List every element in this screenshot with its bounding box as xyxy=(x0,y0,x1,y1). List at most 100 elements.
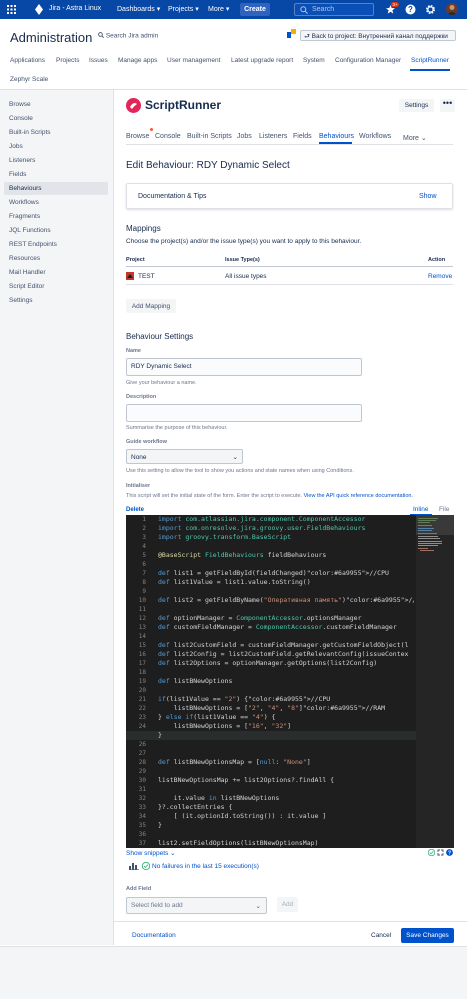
sidebar-item-fragments[interactable]: Fragments xyxy=(4,210,108,223)
tab-zephyr-scale[interactable]: Zephyr Scale xyxy=(10,76,48,83)
search-input[interactable]: Search xyxy=(294,3,374,16)
code-line: it.value in listBNewOptions xyxy=(158,794,280,802)
add-field-select[interactable]: Select field to add ⌄ xyxy=(126,897,267,914)
sidebar-item-browse[interactable]: Browse xyxy=(4,98,108,111)
user-avatar[interactable] xyxy=(446,3,458,15)
tab-latest-upgrade-report[interactable]: Latest upgrade report xyxy=(231,57,293,64)
code-line: def list1Value = list1.value.toString() xyxy=(158,578,311,586)
help-circle-icon[interactable]: ? xyxy=(446,849,453,856)
line-number: 2 xyxy=(142,525,146,532)
tab-more[interactable]: More ⌄ xyxy=(403,134,427,142)
sidebar-item-listeners[interactable]: Listeners xyxy=(4,154,108,167)
line-number: 31 xyxy=(138,786,146,793)
tab-listeners[interactable]: Listeners xyxy=(259,133,287,140)
footer-divider xyxy=(114,921,467,922)
sidebar-item-workflows[interactable]: Workflows xyxy=(4,196,108,209)
tab-browse[interactable]: Browse xyxy=(126,133,149,140)
documentation-tips-label: Documentation & Tips xyxy=(138,193,207,200)
add-mapping-button[interactable]: Add Mapping xyxy=(126,299,176,313)
notifications-badge: 3+ xyxy=(391,2,400,7)
admin-search-link[interactable]: Search Jira admin xyxy=(98,32,158,40)
tab-projects[interactable]: Projects xyxy=(56,57,79,64)
page-title: Administration xyxy=(10,30,93,45)
menu-more[interactable]: More ▾ xyxy=(208,5,229,13)
mapping-issue-types: All issue types xyxy=(225,273,267,280)
show-snippets-link[interactable]: Show snippets ⌄ xyxy=(126,849,176,857)
tab-jobs[interactable]: Jobs xyxy=(237,133,252,140)
app-switcher-icon[interactable] xyxy=(7,5,16,14)
sidebar-item-fields[interactable]: Fields xyxy=(4,168,108,181)
more-options-icon[interactable]: ••• xyxy=(440,99,455,112)
line-number: 5 xyxy=(142,552,146,559)
minimap-viewport xyxy=(416,515,454,535)
help-icon[interactable]: ? xyxy=(405,4,416,15)
cancel-button[interactable]: Cancel xyxy=(371,932,391,939)
tab-file[interactable]: File xyxy=(439,506,449,513)
tab-manage-apps[interactable]: Manage apps xyxy=(118,57,157,64)
sidebar-item-built-in-scripts[interactable]: Built-in Scripts xyxy=(4,126,108,139)
name-input[interactable]: RDY Dynamic Select xyxy=(126,358,362,376)
tab-user-management[interactable]: User management xyxy=(167,57,220,64)
chevron-down-icon: ⌄ xyxy=(420,135,427,142)
sidebar-item-jql-functions[interactable]: JQL Functions xyxy=(4,224,108,237)
tab-workflows[interactable]: Workflows xyxy=(359,133,391,140)
scriptrunner-logo-icon xyxy=(126,98,141,113)
tab-system[interactable]: System xyxy=(303,57,325,64)
code-line: def customFieldManager = ComponentAccess… xyxy=(158,623,397,631)
line-number: 21 xyxy=(138,696,146,703)
show-docs-link[interactable]: Show xyxy=(419,193,437,200)
tab-console[interactable]: Console xyxy=(155,133,181,140)
sidebar-item-settings[interactable]: Settings xyxy=(4,294,108,307)
line-number: 7 xyxy=(142,570,146,577)
product-title[interactable]: Jira - Astra Linux xyxy=(49,5,101,12)
tab-applications[interactable]: Applications xyxy=(10,57,45,64)
scriptrunner-settings-button[interactable]: Settings xyxy=(399,99,434,112)
api-reference-link[interactable]: View the API quick reference documentati… xyxy=(304,493,413,499)
expand-editor-icon[interactable] xyxy=(437,849,444,856)
create-button[interactable]: Create xyxy=(240,3,270,16)
code-editor[interactable]: 1 2 3 4 5 6 7 8 9 10 11 12 13 14 15 16 17 18 19 20 21 22 23 24 2… xyxy=(126,515,454,848)
menu-projects[interactable]: Projects ▾ xyxy=(168,5,199,13)
menu-dashboards[interactable]: Dashboards ▾ xyxy=(117,5,160,13)
tab-behaviours[interactable]: Behaviours xyxy=(319,133,354,140)
sidebar-item-jobs[interactable]: Jobs xyxy=(4,140,108,153)
save-changes-button[interactable]: Save Changes xyxy=(401,928,454,943)
tab-scriptrunner[interactable]: ScriptRunner xyxy=(411,57,449,64)
line-number: 16 xyxy=(138,651,146,658)
initialiser-help: This script will set the initial state o… xyxy=(126,493,413,499)
tab-built-in-scripts[interactable]: Built-in Scripts xyxy=(187,133,232,140)
col-header-action: Action xyxy=(428,257,446,263)
documentation-link[interactable]: Documentation xyxy=(132,932,176,939)
remove-mapping-link[interactable]: Remove xyxy=(428,273,452,280)
settings-gear-icon[interactable] xyxy=(425,4,436,15)
description-input[interactable] xyxy=(126,404,362,422)
tab-fields[interactable]: Fields xyxy=(293,133,312,140)
code-line: @BaseScript FieldBehaviours fieldBehavio… xyxy=(158,551,327,559)
code-line: } xyxy=(158,731,162,739)
line-number: 24 xyxy=(138,723,146,730)
code-line: import groovy.transform.BaseScript xyxy=(158,533,292,541)
tab-issues[interactable]: Issues xyxy=(89,57,108,64)
guide-workflow-value: None xyxy=(131,454,147,461)
back-to-project-button[interactable]: ⮐ Back to project: Внутренний канал подд… xyxy=(300,30,456,41)
delete-initialiser-link[interactable]: Delete xyxy=(126,507,144,513)
sidebar-item-rest-endpoints[interactable]: REST Endpoints xyxy=(4,238,108,251)
code-minimap[interactable] xyxy=(416,515,454,848)
sidebar-item-console[interactable]: Console xyxy=(4,112,108,125)
jira-logo-icon[interactable] xyxy=(34,4,44,15)
line-number: 28 xyxy=(138,759,146,766)
tab-inline[interactable]: Inline xyxy=(413,506,429,513)
sidebar-item-mail-handler[interactable]: Mail Handler xyxy=(4,266,108,279)
guide-workflow-select[interactable]: None ⌄ xyxy=(126,449,243,464)
sidebar-item-behaviours[interactable]: Behaviours xyxy=(4,182,108,195)
code-line: import com.atlassian.jira.component.Comp… xyxy=(158,515,366,523)
guide-workflow-label: Guide workflow xyxy=(126,439,167,445)
sidebar-item-resources[interactable]: Resources xyxy=(4,252,108,265)
sidebar-item-script-editor[interactable]: Script Editor xyxy=(4,280,108,293)
line-number: 11 xyxy=(138,606,146,613)
code-line: listBNewOptions = ["2", "4", "8"]"color:… xyxy=(158,704,386,712)
line-number: 33 xyxy=(138,804,146,811)
add-field-button[interactable]: Add xyxy=(277,897,298,912)
tab-configuration-manager[interactable]: Configuration Manager xyxy=(335,57,401,64)
execution-status[interactable]: No failures in the last 15 execution(s) xyxy=(152,863,259,870)
